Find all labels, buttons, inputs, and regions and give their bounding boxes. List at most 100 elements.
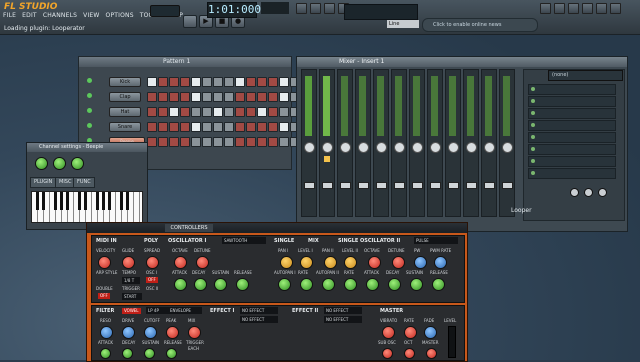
step[interactable] — [202, 77, 212, 87]
step[interactable] — [246, 77, 256, 87]
step[interactable] — [180, 77, 190, 87]
envelope-select[interactable]: ENVELOPE — [168, 307, 202, 314]
step[interactable] — [279, 92, 289, 102]
step[interactable] — [147, 77, 157, 87]
osc2-sustain-knob[interactable] — [410, 278, 423, 291]
step[interactable] — [202, 137, 212, 147]
step[interactable] — [169, 92, 179, 102]
tab-plugin[interactable]: PLUGIN — [30, 177, 57, 188]
effect1-select-b[interactable]: NO EFFECT — [240, 316, 278, 323]
osc1-release-knob[interactable] — [236, 278, 249, 291]
mixer-icon[interactable] — [596, 3, 607, 14]
mixer-strip[interactable] — [319, 69, 335, 217]
autopan1-rate-knob[interactable] — [300, 278, 313, 291]
osc2-decay-knob[interactable] — [388, 278, 401, 291]
effect-slot[interactable] — [528, 84, 616, 95]
pan-knob[interactable] — [53, 157, 66, 170]
pwm-rate-knob[interactable] — [434, 256, 447, 269]
cutoff-knob[interactable] — [144, 326, 157, 339]
osc1-decay-knob[interactable] — [194, 278, 207, 291]
step[interactable] — [180, 107, 190, 117]
fade-knob[interactable] — [424, 326, 437, 339]
step[interactable] — [235, 107, 245, 117]
effect-slot[interactable] — [528, 168, 616, 179]
level2-knob[interactable] — [344, 256, 357, 269]
peak-knob[interactable] — [166, 326, 179, 339]
drive-knob[interactable] — [122, 326, 135, 339]
stepseq-icon[interactable] — [554, 3, 565, 14]
mixer-strip[interactable] — [391, 69, 407, 217]
step[interactable] — [180, 92, 190, 102]
step[interactable] — [268, 107, 278, 117]
step[interactable] — [158, 122, 168, 132]
step[interactable] — [235, 122, 245, 132]
step[interactable] — [246, 122, 256, 132]
step[interactable] — [158, 137, 168, 147]
step[interactable] — [224, 122, 234, 132]
step[interactable] — [158, 77, 168, 87]
mixer-strip[interactable] — [427, 69, 443, 217]
start-button[interactable]: START — [122, 293, 142, 300]
step[interactable] — [246, 92, 256, 102]
filter-release-knob[interactable] — [166, 348, 177, 359]
playlist-icon[interactable] — [540, 3, 551, 14]
menu-options[interactable]: OPTIONS — [106, 12, 134, 19]
line-mode-select[interactable]: Line — [387, 20, 419, 28]
step[interactable] — [224, 107, 234, 117]
metronome-icon[interactable] — [310, 3, 321, 14]
osc2-attack-knob[interactable] — [366, 278, 379, 291]
step[interactable] — [191, 92, 201, 102]
sub-osc-knob[interactable] — [382, 348, 393, 359]
online-news-bar[interactable]: Click to enable online news — [422, 18, 538, 32]
step[interactable] — [213, 107, 223, 117]
channel-button-kick[interactable]: Kick — [109, 77, 141, 87]
step[interactable] — [158, 92, 168, 102]
filter-attack-knob[interactable] — [100, 348, 111, 359]
effect-slot[interactable] — [528, 156, 616, 167]
eq-knob[interactable] — [584, 188, 593, 197]
step[interactable] — [279, 122, 289, 132]
step[interactable] — [169, 137, 179, 147]
step[interactable] — [257, 77, 267, 87]
mixer-preset-select[interactable]: (none) — [548, 70, 623, 81]
menu-channels[interactable]: CHANNELS — [43, 12, 77, 19]
step[interactable] — [180, 122, 190, 132]
channel-mute-led[interactable] — [87, 93, 92, 98]
step[interactable] — [213, 137, 223, 147]
tempo-display[interactable] — [261, 2, 289, 14]
step[interactable] — [191, 77, 201, 87]
step[interactable] — [268, 122, 278, 132]
effect-slot[interactable] — [528, 108, 616, 119]
step[interactable] — [257, 107, 267, 117]
mixer-strip[interactable] — [355, 69, 371, 217]
spread-knob[interactable] — [146, 256, 159, 269]
plugin-icon[interactable] — [610, 3, 621, 14]
step[interactable] — [246, 107, 256, 117]
master-knob[interactable] — [426, 348, 437, 359]
step[interactable] — [202, 122, 212, 132]
pw-knob[interactable] — [414, 256, 427, 269]
osc2-release-knob[interactable] — [432, 278, 445, 291]
channel-button-clap[interactable]: Clap — [109, 92, 141, 102]
oct-knob[interactable] — [404, 348, 415, 359]
double-off-button[interactable]: OFF — [98, 293, 110, 299]
step[interactable] — [180, 137, 190, 147]
pattern-mode-button[interactable] — [183, 15, 197, 28]
autopan1-knob[interactable] — [278, 278, 291, 291]
step[interactable] — [147, 137, 157, 147]
osc2-octave-knob[interactable] — [368, 256, 381, 269]
mixer-strip[interactable] — [499, 69, 515, 217]
step[interactable] — [257, 137, 267, 147]
osc1-attack-knob[interactable] — [174, 278, 187, 291]
tab-func[interactable]: FUNC — [73, 177, 95, 188]
browser-icon[interactable] — [582, 3, 593, 14]
mixer-strip[interactable] — [373, 69, 389, 217]
pan1-knob[interactable] — [280, 256, 293, 269]
channel-button-snare[interactable]: Snare — [109, 122, 141, 132]
osc1-detune-knob[interactable] — [196, 256, 209, 269]
step[interactable] — [202, 92, 212, 102]
mixer-strip[interactable] — [463, 69, 479, 217]
osc1-octave-knob[interactable] — [174, 256, 187, 269]
osc1-wave-select[interactable]: SAWTOOTH — [222, 237, 266, 244]
step[interactable] — [224, 77, 234, 87]
